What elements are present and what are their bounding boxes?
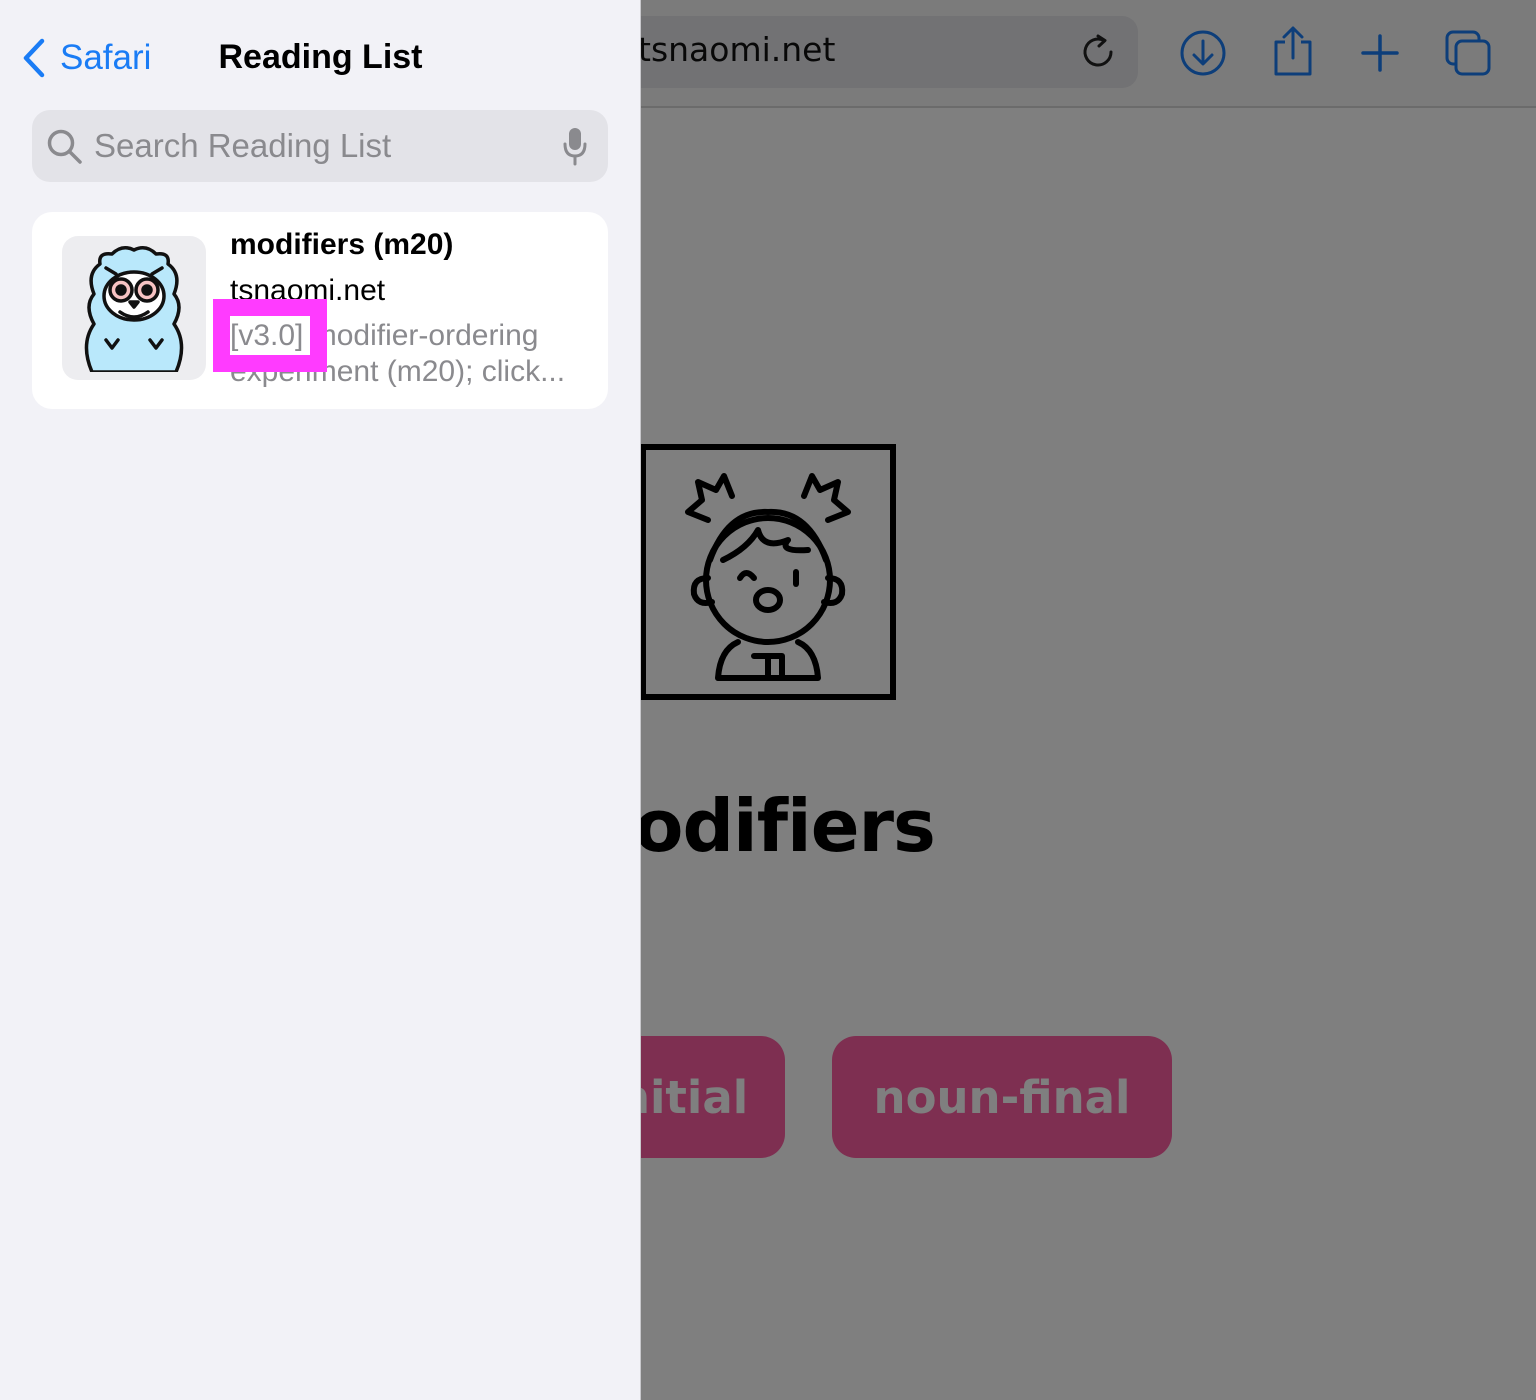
yeti-icon: [84, 246, 184, 372]
item-title: modifiers (m20): [230, 228, 454, 261]
item-domain: tsnaomi.net: [230, 274, 386, 307]
microphone-icon[interactable]: [562, 126, 588, 166]
reading-list-sidebar: Safari Reading List Search Reading List …: [0, 0, 641, 1400]
item-thumbnail: [62, 236, 206, 380]
reading-list-item[interactable]: modifiers (m20) tsnaomi.net [v3.0] modif…: [32, 212, 608, 409]
search-icon: [47, 129, 82, 164]
search-field[interactable]: [32, 110, 608, 182]
item-description: [v3.0] modifier-ordering experiment (m20…: [230, 319, 566, 388]
search-input[interactable]: [94, 110, 534, 182]
sidebar-title: Reading List: [218, 38, 423, 76]
